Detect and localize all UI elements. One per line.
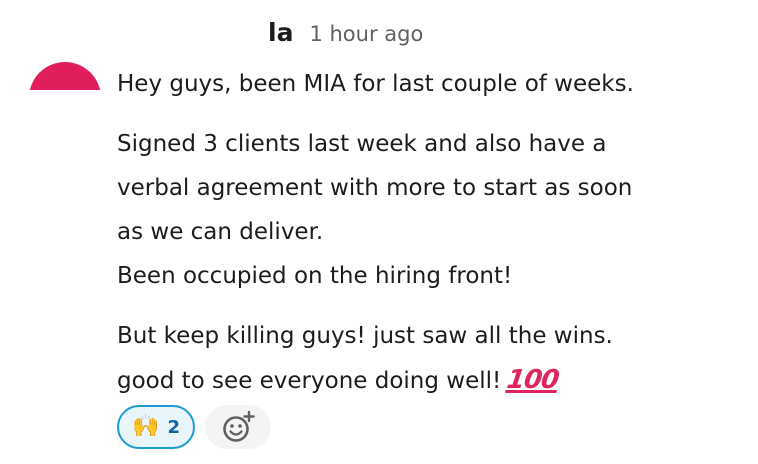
message-line-text: good to see everyone doing well! bbox=[117, 368, 502, 394]
message-line: Been occupied on the hiring front! bbox=[117, 263, 513, 289]
avatar-shape bbox=[30, 62, 100, 90]
username[interactable]: la bbox=[268, 18, 293, 47]
message-line: verbal agreement with more to start as s… bbox=[117, 175, 633, 201]
message-body: Hey guys, been MIA for last couple of we… bbox=[117, 62, 747, 403]
add-reaction-icon bbox=[223, 410, 255, 442]
message-line: Signed 3 clients last week and also have… bbox=[117, 131, 607, 157]
hundred-points-icon: 100 bbox=[505, 365, 561, 395]
message-line: But keep killing guys! just saw all the … bbox=[117, 323, 613, 349]
message-line: good to see everyone doing well! 100 bbox=[117, 358, 747, 403]
avatar[interactable] bbox=[30, 40, 100, 90]
message-line: Hey guys, been MIA for last couple of we… bbox=[117, 71, 634, 97]
reactions-bar: 🙌 2 bbox=[117, 405, 271, 449]
message-header: la 1 hour ago bbox=[268, 18, 423, 54]
raised-hands-icon: 🙌 bbox=[132, 414, 160, 439]
add-reaction-button[interactable] bbox=[205, 405, 271, 449]
message-line: as we can deliver. bbox=[117, 219, 324, 245]
timestamp[interactable]: 1 hour ago bbox=[309, 22, 423, 46]
reaction-count: 2 bbox=[167, 416, 180, 438]
reaction-raised-hands[interactable]: 🙌 2 bbox=[117, 405, 195, 449]
chat-message: la 1 hour ago Hey guys, been MIA for las… bbox=[0, 0, 758, 464]
